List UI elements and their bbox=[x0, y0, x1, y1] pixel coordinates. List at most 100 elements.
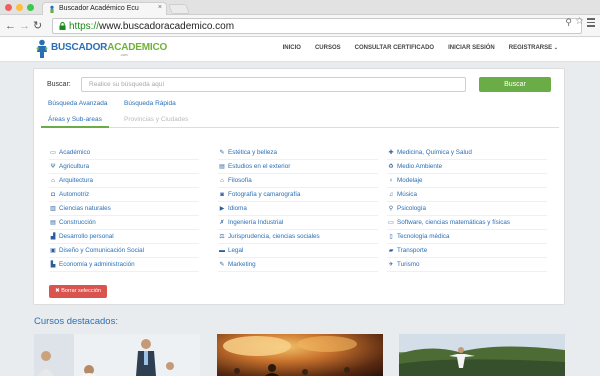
camera-icon: ◙ bbox=[220, 192, 224, 198]
area-item[interactable]: ▯ Tecnología médica bbox=[387, 230, 547, 244]
gavel-icon: ⚖ bbox=[219, 234, 225, 240]
course-image bbox=[223, 336, 357, 376]
briefcase-icon: ▬ bbox=[219, 248, 225, 254]
cutlery-icon: Ψ bbox=[50, 164, 56, 170]
area-item[interactable]: ▣ Diseño y Comunicación Social bbox=[49, 244, 199, 258]
areas-column-2: ✎ Estética y belleza ▤ Estudios en el exter… bbox=[218, 146, 378, 272]
area-label: Automotriz bbox=[59, 191, 90, 198]
tab-title: Buscador Académico Ecu bbox=[59, 5, 139, 12]
nav-iniciar-sesion[interactable]: INICIAR SESIÓN bbox=[448, 45, 495, 51]
new-tab-button[interactable] bbox=[168, 4, 190, 14]
wrench-icon: ✗ bbox=[219, 220, 225, 226]
brush-icon: ✎ bbox=[219, 150, 225, 156]
area-label: Arquitectura bbox=[59, 177, 93, 184]
area-item[interactable]: ⚖ Jurisprudencia, ciencias sociales bbox=[218, 230, 378, 244]
logo-figure-icon bbox=[36, 39, 48, 58]
area-item[interactable]: ♀ Modelaje bbox=[387, 174, 547, 188]
advanced-search-link[interactable]: Búsqueda Avanzada bbox=[48, 100, 108, 107]
browser-tab[interactable]: Buscador Académico Ecu × bbox=[42, 2, 167, 15]
area-item[interactable]: ✎ Marketing bbox=[218, 258, 378, 272]
area-item[interactable]: ✚ Medicina, Química y Salud bbox=[387, 146, 547, 160]
area-item[interactable]: ▤ Estudios en el exterior bbox=[218, 160, 378, 174]
area-label: Desarrollo personal bbox=[59, 233, 114, 240]
area-item[interactable]: ▬ Legal bbox=[218, 244, 378, 258]
logo-wordmark: BUSCADORACADEMICO bbox=[51, 42, 168, 53]
areas-column-1: ▭ Académico Ψ Agricultura ⌂ Arquitectura ◘ Auto… bbox=[49, 146, 199, 272]
area-label: Estética y belleza bbox=[228, 149, 278, 156]
tablet-icon: ▯ bbox=[389, 234, 393, 240]
area-item[interactable]: Ψ Agricultura bbox=[49, 160, 199, 174]
maximize-window-button[interactable] bbox=[27, 4, 34, 11]
laptop-icon: ▭ bbox=[50, 150, 56, 156]
area-label: Fotografía y camarografía bbox=[228, 191, 301, 198]
back-arrow-icon[interactable]: ← bbox=[5, 19, 16, 33]
nav-registrarse[interactable]: REGISTRARSE ⌄ bbox=[509, 45, 558, 51]
area-item[interactable]: ▟ Desarrollo personal bbox=[49, 230, 199, 244]
reload-icon[interactable]: ↻ bbox=[33, 19, 42, 33]
bar-chart-icon: ▙ bbox=[50, 262, 56, 268]
area-item[interactable]: ▭ Académico bbox=[49, 146, 199, 160]
course-image bbox=[399, 334, 565, 376]
featured-courses-title: Cursos destacados: bbox=[34, 316, 118, 327]
chat-icon: ▤ bbox=[219, 164, 225, 170]
area-item[interactable]: ✗ Ingeniería Industrial bbox=[218, 216, 378, 230]
filter-tabs: Áreas y Sub-areas Provincias y Ciudades bbox=[41, 112, 559, 128]
close-window-button[interactable] bbox=[5, 4, 12, 11]
url-scheme: https:// bbox=[69, 21, 100, 32]
area-item[interactable]: ⌂ Arquitectura bbox=[49, 174, 199, 188]
bookmark-star-icon[interactable]: ☆ bbox=[575, 16, 584, 27]
area-label: Agricultura bbox=[59, 163, 90, 170]
address-bar[interactable]: https://www.buscadoracademico.com bbox=[52, 18, 582, 34]
nav-cursos[interactable]: CURSOS bbox=[315, 45, 341, 51]
area-item[interactable]: ▥ Ciencias naturales bbox=[49, 202, 199, 216]
area-item[interactable]: ✈ Turismo bbox=[387, 258, 547, 272]
course-card[interactable] bbox=[399, 334, 565, 376]
area-item[interactable]: ⚲ Psicología bbox=[387, 202, 547, 216]
search-button[interactable]: Buscar bbox=[479, 77, 551, 92]
plane-icon: ✈ bbox=[388, 262, 394, 268]
area-item[interactable]: ⌂ Filosofía bbox=[218, 174, 378, 188]
search-panel: Buscar: Buscar Búsqueda Avanzada Búsqued… bbox=[33, 68, 565, 305]
area-label: Jurisprudencia, ciencias sociales bbox=[228, 233, 320, 240]
area-item[interactable]: ◘ Automotriz bbox=[49, 188, 199, 202]
area-label: Diseño y Comunicación Social bbox=[59, 247, 145, 254]
area-item[interactable]: ▤ Construcción bbox=[49, 216, 199, 230]
course-card[interactable] bbox=[217, 334, 383, 376]
picture-icon: ▣ bbox=[50, 248, 56, 254]
browser-menu-icon[interactable] bbox=[587, 18, 595, 29]
areas-column-3: ✚ Medicina, Química y Salud ♻ Medio Ambient… bbox=[387, 146, 547, 272]
area-item[interactable]: ✎ Estética y belleza bbox=[218, 146, 378, 160]
area-item[interactable]: ♻ Medio Ambiente bbox=[387, 160, 547, 174]
search-input[interactable] bbox=[81, 77, 466, 92]
chart-icon: ▟ bbox=[50, 234, 56, 240]
tab-close-icon[interactable]: × bbox=[158, 4, 162, 11]
minimize-window-button[interactable] bbox=[16, 4, 23, 11]
forward-arrow-icon[interactable]: → bbox=[19, 19, 30, 33]
logo-subtext: .com bbox=[120, 53, 128, 57]
nav-inicio[interactable]: INICIO bbox=[283, 45, 301, 51]
area-label: Software, ciencias matemáticas y físicas bbox=[397, 219, 511, 226]
area-item[interactable]: ♫ Música bbox=[387, 188, 547, 202]
medkit-icon: ✚ bbox=[388, 150, 394, 156]
area-label: Legal bbox=[228, 247, 244, 254]
edit-icon: ✎ bbox=[219, 262, 225, 268]
area-label: Filosofía bbox=[228, 177, 252, 184]
car-icon: ◘ bbox=[51, 192, 55, 198]
nav-consultar-certificado[interactable]: CONSULTAR CERTIFICADO bbox=[355, 45, 434, 51]
course-card[interactable] bbox=[34, 334, 200, 376]
quick-search-link[interactable]: Búsqueda Rápida bbox=[124, 100, 176, 107]
browser-toolbar: ← → ↻ https://www.buscadoracademico.com … bbox=[0, 15, 600, 37]
search-icon: ⚲ bbox=[388, 206, 394, 212]
area-item[interactable]: ▭ Software, ciencias matemáticas y física… bbox=[387, 216, 547, 230]
area-item[interactable]: ▰ Transporte bbox=[387, 244, 547, 258]
area-label: Economía y administración bbox=[59, 261, 135, 268]
area-item[interactable]: ▙ Economía y administración bbox=[49, 258, 199, 272]
area-item[interactable]: ◙ Fotografía y camarografía bbox=[218, 188, 378, 202]
clear-selection-button[interactable]: ✖ Borrar selección bbox=[49, 285, 107, 298]
tab-provincias[interactable]: Provincias y Ciudades bbox=[117, 112, 195, 123]
zoom-icon[interactable]: ⚲ bbox=[565, 17, 572, 28]
tab-areas[interactable]: Áreas y Sub-areas bbox=[41, 112, 109, 128]
area-item[interactable]: ▶ Idioma bbox=[218, 202, 378, 216]
site-favicon-icon bbox=[50, 5, 54, 13]
area-label: Ingeniería Industrial bbox=[228, 219, 284, 226]
